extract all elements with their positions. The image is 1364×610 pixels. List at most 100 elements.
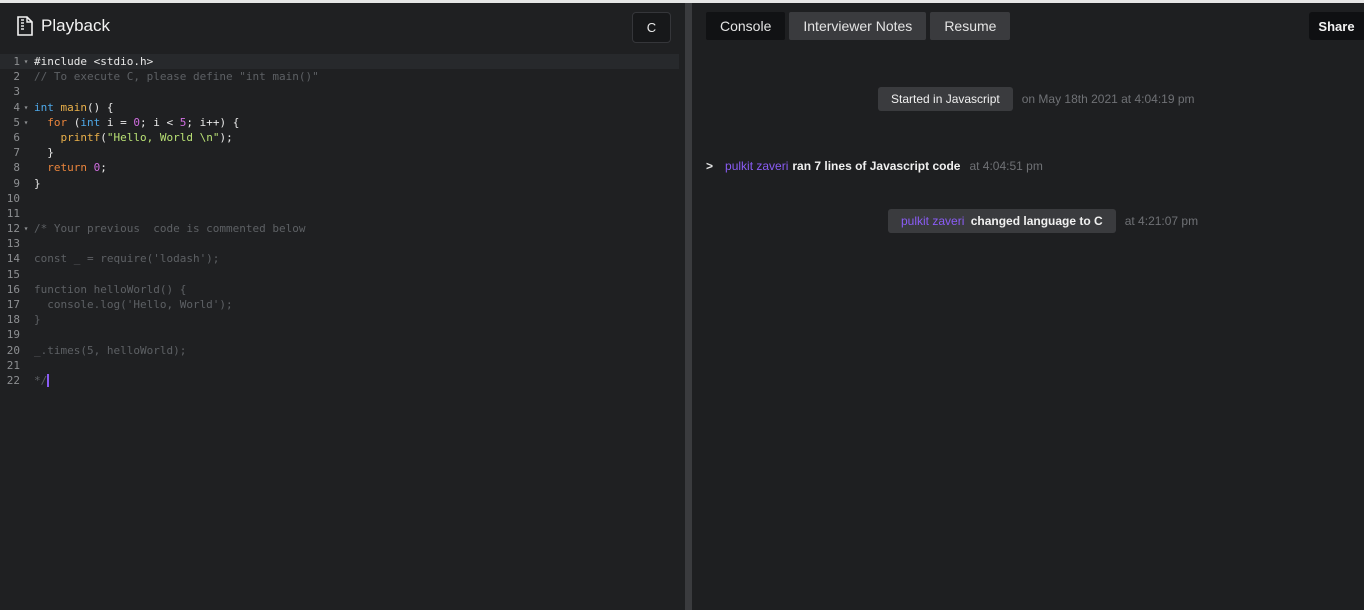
code-line[interactable]: 20 _.times(5, helloWorld); bbox=[0, 343, 685, 358]
line-number: 17 bbox=[6, 298, 20, 311]
fold-triangle-icon bbox=[20, 251, 32, 266]
code-text: const _ = require('lodash'); bbox=[34, 252, 220, 266]
line-number: 7 bbox=[13, 146, 20, 160]
event-started-label: Started in Javascript bbox=[878, 87, 1013, 111]
event-changed-user: pulkit zaveri bbox=[901, 214, 965, 228]
line-number: 10 bbox=[6, 191, 20, 205]
fold-triangle-icon bbox=[20, 160, 32, 175]
code-line[interactable]: 15 bbox=[0, 267, 685, 282]
fold-triangle-icon[interactable]: ▾ bbox=[20, 100, 32, 115]
code-line[interactable]: 14 const _ = require('lodash'); bbox=[0, 251, 685, 266]
editor-header: Playback C bbox=[0, 3, 685, 51]
line-gutter: 6 bbox=[0, 130, 34, 145]
line-gutter: 5 ▾ bbox=[0, 115, 34, 130]
line-number: 11 bbox=[6, 206, 20, 220]
code-line[interactable]: 13 bbox=[0, 236, 685, 251]
text-cursor bbox=[47, 374, 50, 388]
line-number: 8 bbox=[13, 161, 20, 175]
line-gutter: 12 ▾ bbox=[0, 221, 34, 236]
line-number: 20 bbox=[6, 343, 20, 357]
code-text: for (int i = 0; i < 5; i++) { bbox=[47, 115, 240, 129]
page-title: Playback bbox=[17, 16, 110, 36]
code-editor[interactable]: 1 ▾ #include <stdio.h> 2 // To execute C, pl… bbox=[0, 54, 685, 388]
tab-console[interactable]: Console bbox=[706, 12, 786, 40]
code-line[interactable]: 11 bbox=[0, 206, 685, 221]
line-number: 1 bbox=[13, 55, 20, 68]
playback-title-text: Playback bbox=[41, 16, 110, 35]
tab-resume[interactable]: Resume bbox=[930, 12, 1011, 40]
expand-arrow-icon[interactable]: > bbox=[706, 159, 713, 173]
line-gutter: 20 bbox=[0, 343, 34, 358]
line-number: 12 bbox=[6, 222, 20, 236]
code-line[interactable]: 19 bbox=[0, 327, 685, 342]
code-line[interactable]: 3 bbox=[0, 84, 685, 99]
line-number: 14 bbox=[6, 252, 20, 266]
code-line[interactable]: 10 bbox=[0, 191, 685, 206]
code-text: printf("Hello, World \n"); bbox=[60, 130, 233, 144]
line-gutter: 13 bbox=[0, 236, 34, 251]
line-gutter: 9 bbox=[0, 176, 34, 191]
tab-interviewer-notes[interactable]: Interviewer Notes bbox=[789, 12, 927, 40]
line-number: 9 bbox=[13, 176, 20, 190]
line-number: 19 bbox=[6, 328, 20, 342]
code-line[interactable]: 5 ▾ for (int i = 0; i < 5; i++) { bbox=[0, 115, 685, 130]
fold-triangle-icon bbox=[20, 373, 32, 388]
line-number: 21 bbox=[6, 358, 20, 372]
fold-triangle-icon bbox=[20, 145, 32, 160]
fold-triangle-icon bbox=[20, 176, 32, 191]
pane-splitter[interactable] bbox=[685, 3, 692, 610]
code-line[interactable]: 8 return 0; bbox=[0, 160, 685, 175]
fold-triangle-icon bbox=[20, 282, 32, 297]
code-line[interactable]: 16 function helloWorld() { bbox=[0, 282, 685, 297]
fold-triangle-icon bbox=[20, 69, 32, 84]
tab-bar: Console Interviewer Notes Resume bbox=[706, 12, 1011, 40]
fold-triangle-icon bbox=[20, 84, 32, 99]
code-line[interactable]: 7 } bbox=[0, 145, 685, 160]
code-text: */ bbox=[34, 373, 50, 388]
code-line[interactable]: 1 ▾ #include <stdio.h> bbox=[0, 54, 679, 70]
line-gutter: 21 bbox=[0, 358, 34, 373]
code-line[interactable]: 22 */ bbox=[0, 373, 685, 388]
line-number: 15 bbox=[6, 267, 20, 281]
language-button[interactable]: C bbox=[632, 12, 671, 43]
fold-triangle-icon bbox=[20, 236, 32, 251]
line-number: 16 bbox=[6, 282, 20, 296]
line-number: 5 bbox=[13, 115, 20, 129]
line-gutter: 1 ▾ bbox=[0, 54, 34, 69]
line-gutter: 11 bbox=[0, 206, 34, 221]
editor-pane: Playback C 1 ▾ #include <stdio.h> 2 // To ex… bbox=[0, 3, 685, 610]
fold-triangle-icon bbox=[20, 343, 32, 358]
code-line[interactable]: 21 bbox=[0, 358, 685, 373]
fold-triangle-icon bbox=[20, 206, 32, 221]
line-gutter: 2 bbox=[0, 69, 34, 84]
code-line[interactable]: 9} bbox=[0, 176, 685, 191]
document-icon bbox=[17, 16, 33, 36]
line-number: 6 bbox=[13, 130, 20, 144]
line-gutter: 22 bbox=[0, 373, 34, 388]
code-text: int main() { bbox=[34, 100, 114, 114]
code-line[interactable]: 17 console.log('Hello, World'); bbox=[0, 297, 685, 312]
code-line[interactable]: 2 // To execute C, please define "int mai… bbox=[0, 69, 685, 84]
event-changed-message: changed language to C bbox=[970, 214, 1103, 228]
code-text: function helloWorld() { bbox=[34, 282, 187, 296]
event-changed-pill: pulkit zaveri changed language to C bbox=[888, 209, 1116, 233]
fold-triangle-icon[interactable]: ▾ bbox=[20, 54, 32, 69]
line-number: 3 bbox=[13, 85, 20, 99]
fold-triangle-icon bbox=[20, 312, 32, 327]
line-gutter: 17 bbox=[0, 297, 34, 312]
code-text: return 0; bbox=[47, 161, 107, 175]
fold-triangle-icon[interactable]: ▾ bbox=[20, 115, 32, 130]
code-line[interactable]: 18} bbox=[0, 312, 685, 327]
code-text: _.times(5, helloWorld); bbox=[34, 343, 187, 357]
code-line[interactable]: 12 ▾/* Your previous code is commented be… bbox=[0, 221, 685, 236]
code-line[interactable]: 6 printf("Hello, World \n"); bbox=[0, 130, 685, 145]
fold-triangle-icon[interactable]: ▾ bbox=[20, 221, 32, 236]
share-button[interactable]: Share bbox=[1309, 12, 1364, 40]
line-number: 2 bbox=[13, 70, 20, 84]
event-changed-time: at 4:21:07 pm bbox=[1124, 214, 1199, 228]
code-text: } bbox=[34, 176, 41, 190]
code-line[interactable]: 4 ▾ int main() { bbox=[0, 100, 685, 115]
event-ran-time: at 4:04:51 pm bbox=[969, 159, 1043, 173]
code-text: // To execute C, please define "int main… bbox=[34, 70, 319, 84]
event-ran-message: ran 7 lines of Javascript code bbox=[792, 159, 961, 173]
